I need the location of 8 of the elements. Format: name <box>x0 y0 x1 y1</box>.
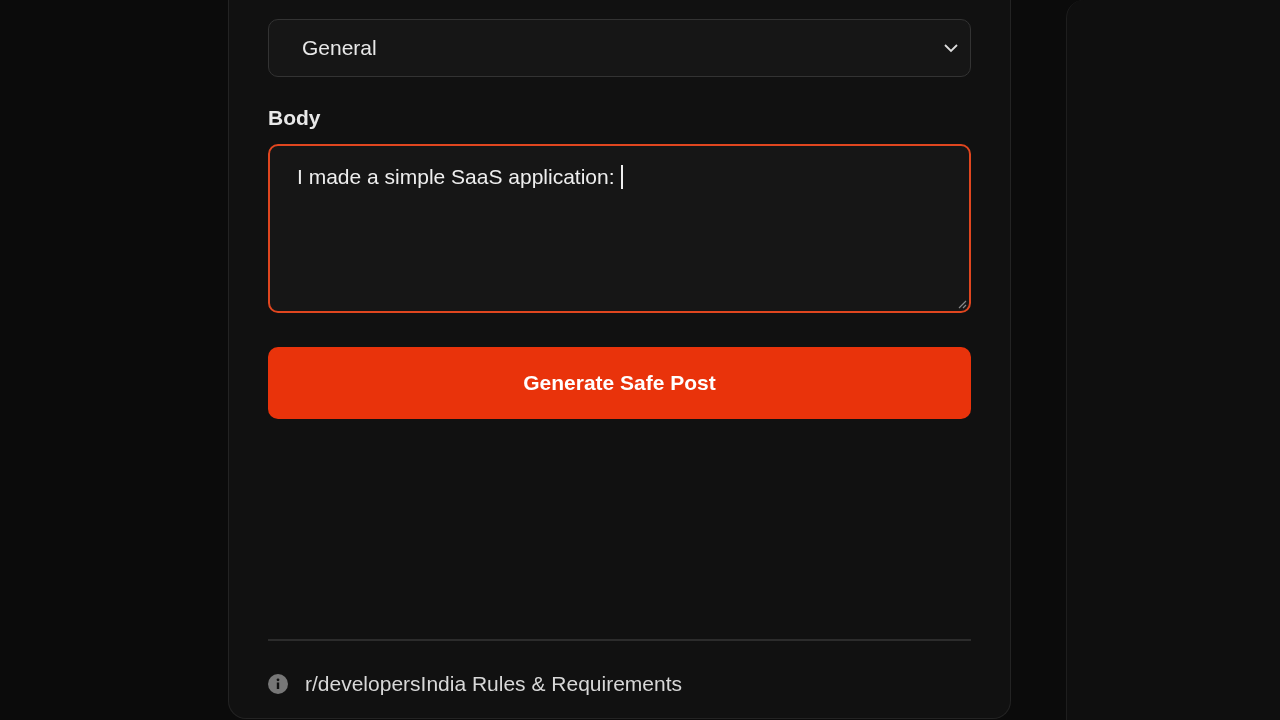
category-select[interactable]: General <box>268 19 971 77</box>
chevron-down-icon <box>944 43 958 53</box>
info-icon <box>268 674 288 694</box>
resize-handle-icon[interactable] <box>957 299 967 309</box>
body-label: Body <box>268 106 322 130</box>
generate-button[interactable]: Generate Safe Post <box>268 347 971 419</box>
rules-link[interactable]: r/developersIndia Rules & Requirements <box>305 672 683 696</box>
body-textarea[interactable]: I made a simple SaaS application: <box>268 144 971 313</box>
